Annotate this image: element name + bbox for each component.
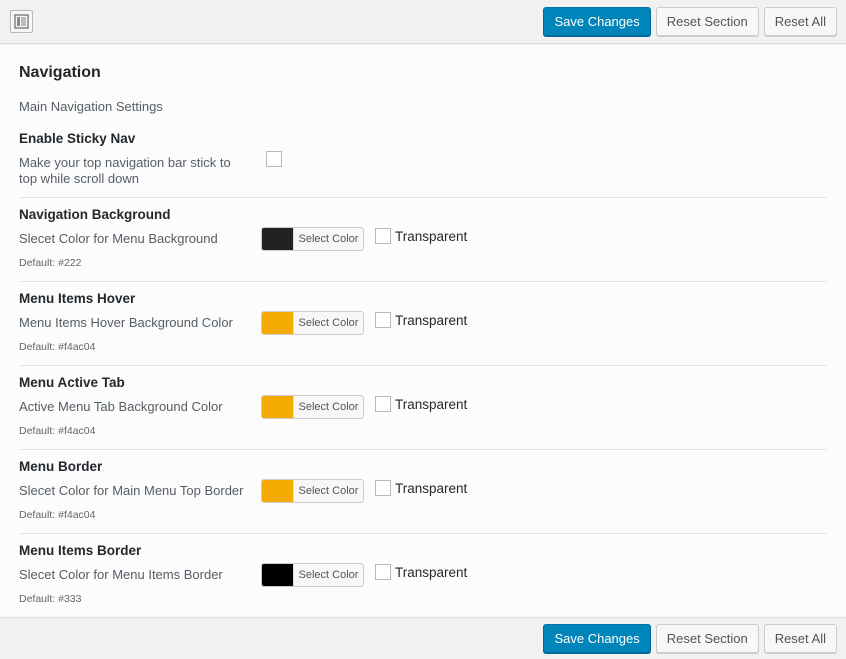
color-option-default: Default: #f4ac04	[19, 341, 96, 353]
bottom-toolbar: Save Changes Reset Section Reset All	[0, 617, 846, 659]
color-option-default: Default: #333	[19, 593, 82, 605]
select-color-label: Select Color	[293, 480, 363, 502]
transparent-label: Transparent	[395, 564, 468, 580]
color-swatch	[262, 312, 293, 334]
color-picker-button[interactable]: Select Color	[261, 395, 364, 419]
sticky-nav-description-line2: top while scroll down	[19, 171, 139, 186]
transparent-checkbox[interactable]	[375, 564, 391, 580]
section-description: Main Navigation Settings	[19, 99, 163, 114]
top-toolbar: Save Changes Reset Section Reset All	[0, 0, 846, 44]
sticky-nav-checkbox[interactable]	[266, 151, 282, 167]
transparent-checkbox[interactable]	[375, 312, 391, 328]
color-option-description: Slecet Color for Menu Background	[19, 231, 218, 246]
color-option-row: Navigation Background Slecet Color for M…	[19, 197, 827, 281]
color-picker-button[interactable]: Select Color	[261, 563, 364, 587]
transparent-label: Transparent	[395, 480, 468, 496]
transparent-checkbox[interactable]	[375, 228, 391, 244]
select-color-label: Select Color	[293, 564, 363, 586]
reset-all-button[interactable]: Reset All	[763, 624, 837, 653]
sticky-nav-row: Enable Sticky Nav Make your top navigati…	[19, 131, 827, 197]
transparent-label: Transparent	[395, 396, 468, 412]
section-title: Navigation	[19, 64, 101, 81]
reset-section-button[interactable]: Reset Section	[655, 624, 759, 653]
select-color-label: Select Color	[293, 228, 363, 250]
settings-panel: Navigation Main Navigation Settings Enab…	[0, 45, 846, 617]
color-option-default: Default: #f4ac04	[19, 509, 96, 521]
color-option-title: Menu Border	[19, 459, 103, 474]
transparent-checkbox[interactable]	[375, 396, 391, 412]
transparent-checkbox[interactable]	[375, 480, 391, 496]
transparent-option[interactable]: Transparent	[375, 480, 467, 496]
transparent-option[interactable]: Transparent	[375, 228, 467, 244]
color-option-default: Default: #f4ac04	[19, 425, 96, 437]
color-picker-button[interactable]: Select Color	[261, 479, 364, 503]
color-option-title: Menu Items Border	[19, 543, 142, 558]
color-swatch	[262, 480, 293, 502]
layout-toggle-icon[interactable]	[10, 10, 33, 33]
select-color-label: Select Color	[293, 396, 363, 418]
color-option-title: Menu Active Tab	[19, 375, 125, 390]
transparent-option[interactable]: Transparent	[375, 396, 467, 412]
color-swatch	[262, 228, 293, 250]
color-option-description: Active Menu Tab Background Color	[19, 399, 223, 414]
select-color-label: Select Color	[293, 312, 363, 334]
sticky-nav-description-line1: Make your top navigation bar stick to	[19, 155, 231, 170]
color-option-description: Slecet Color for Main Menu Top Border	[19, 483, 244, 498]
save-changes-button[interactable]: Save Changes	[543, 624, 651, 653]
color-option-row: Menu Active Tab Active Menu Tab Backgrou…	[19, 365, 827, 449]
sticky-nav-title: Enable Sticky Nav	[19, 131, 136, 146]
color-option-description: Menu Items Hover Background Color	[19, 315, 233, 330]
color-option-title: Navigation Background	[19, 207, 171, 222]
reset-all-button[interactable]: Reset All	[763, 7, 837, 36]
reset-section-button[interactable]: Reset Section	[655, 7, 759, 36]
color-option-row: Menu Items Border Slecet Color for Menu …	[19, 533, 827, 617]
color-picker-button[interactable]: Select Color	[261, 227, 364, 251]
transparent-option[interactable]: Transparent	[375, 312, 467, 328]
transparent-option[interactable]: Transparent	[375, 564, 467, 580]
save-changes-button[interactable]: Save Changes	[543, 7, 651, 36]
color-option-title: Menu Items Hover	[19, 291, 136, 306]
bottom-button-group: Save Changes Reset Section Reset All	[543, 624, 837, 653]
color-option-description: Slecet Color for Menu Items Border	[19, 567, 223, 582]
color-swatch	[262, 564, 293, 586]
color-option-default: Default: #222	[19, 257, 82, 269]
color-option-row: Menu Border Slecet Color for Main Menu T…	[19, 449, 827, 533]
top-button-group: Save Changes Reset Section Reset All	[543, 7, 837, 36]
color-option-row: Menu Items Hover Menu Items Hover Backgr…	[19, 281, 827, 365]
transparent-label: Transparent	[395, 228, 468, 244]
transparent-label: Transparent	[395, 312, 468, 328]
color-picker-button[interactable]: Select Color	[261, 311, 364, 335]
color-swatch	[262, 396, 293, 418]
